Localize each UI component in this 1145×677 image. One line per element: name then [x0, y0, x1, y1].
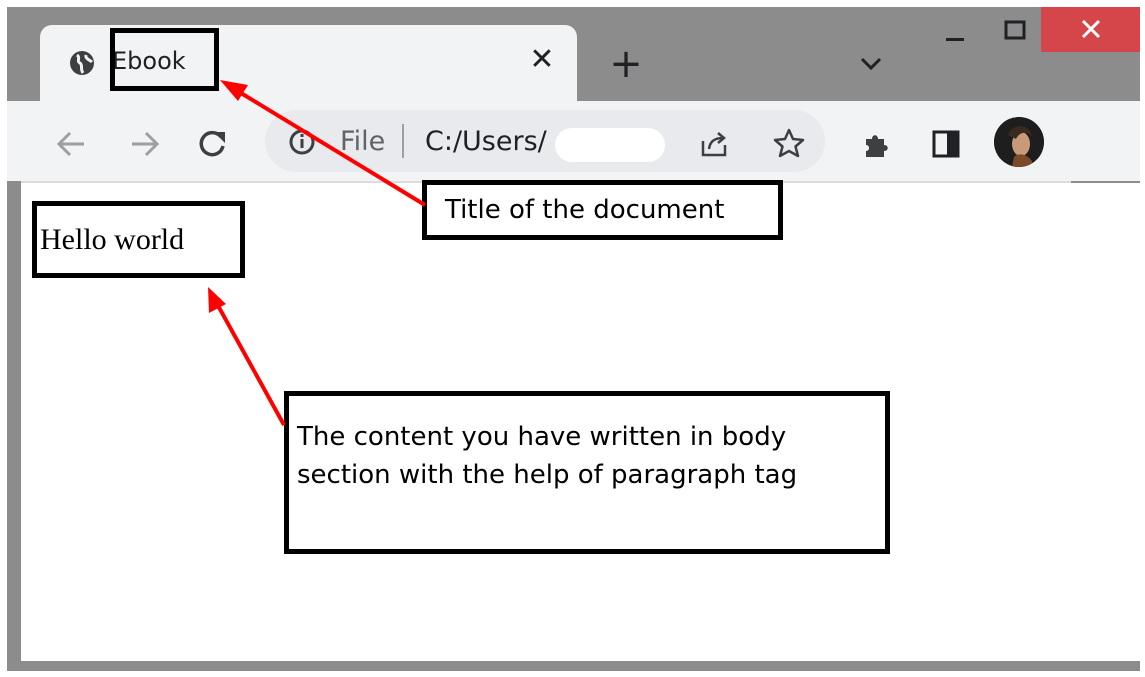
paragraph-highlight-box — [32, 201, 245, 278]
redacted-url-mask — [555, 128, 665, 162]
new-tab-button[interactable]: + — [606, 44, 646, 84]
address-separator — [402, 124, 404, 158]
side-panel-icon[interactable] — [929, 127, 963, 161]
globe-icon — [70, 51, 94, 75]
body-callout-text: The content you have written in body sec… — [297, 422, 798, 490]
title-callout-text: Title of the document — [445, 195, 725, 225]
forward-arrow-icon[interactable] — [124, 124, 164, 164]
chevron-down-icon[interactable] — [856, 48, 886, 78]
tab-title-highlight-box — [110, 28, 219, 91]
bookmark-star-icon[interactable] — [772, 126, 806, 160]
info-icon[interactable] — [288, 128, 316, 156]
address-scheme-label: File — [340, 126, 386, 157]
extensions-puzzle-icon[interactable] — [860, 127, 894, 161]
close-icon — [1081, 19, 1101, 39]
title-callout: Title of the document — [422, 180, 783, 240]
minimize-button[interactable] — [930, 10, 980, 50]
body-callout: The content you have written in body sec… — [284, 391, 890, 554]
profile-avatar[interactable] — [994, 117, 1044, 167]
avatar-image — [994, 117, 1044, 167]
window-close-button[interactable] — [1041, 7, 1140, 52]
maximize-button[interactable] — [990, 10, 1040, 50]
reload-icon[interactable] — [192, 124, 232, 164]
back-arrow-icon[interactable] — [52, 124, 92, 164]
share-icon[interactable] — [697, 127, 731, 161]
address-url-text[interactable]: C:/Users/ — [425, 124, 550, 160]
tab-close-button[interactable]: ✕ — [527, 45, 557, 75]
